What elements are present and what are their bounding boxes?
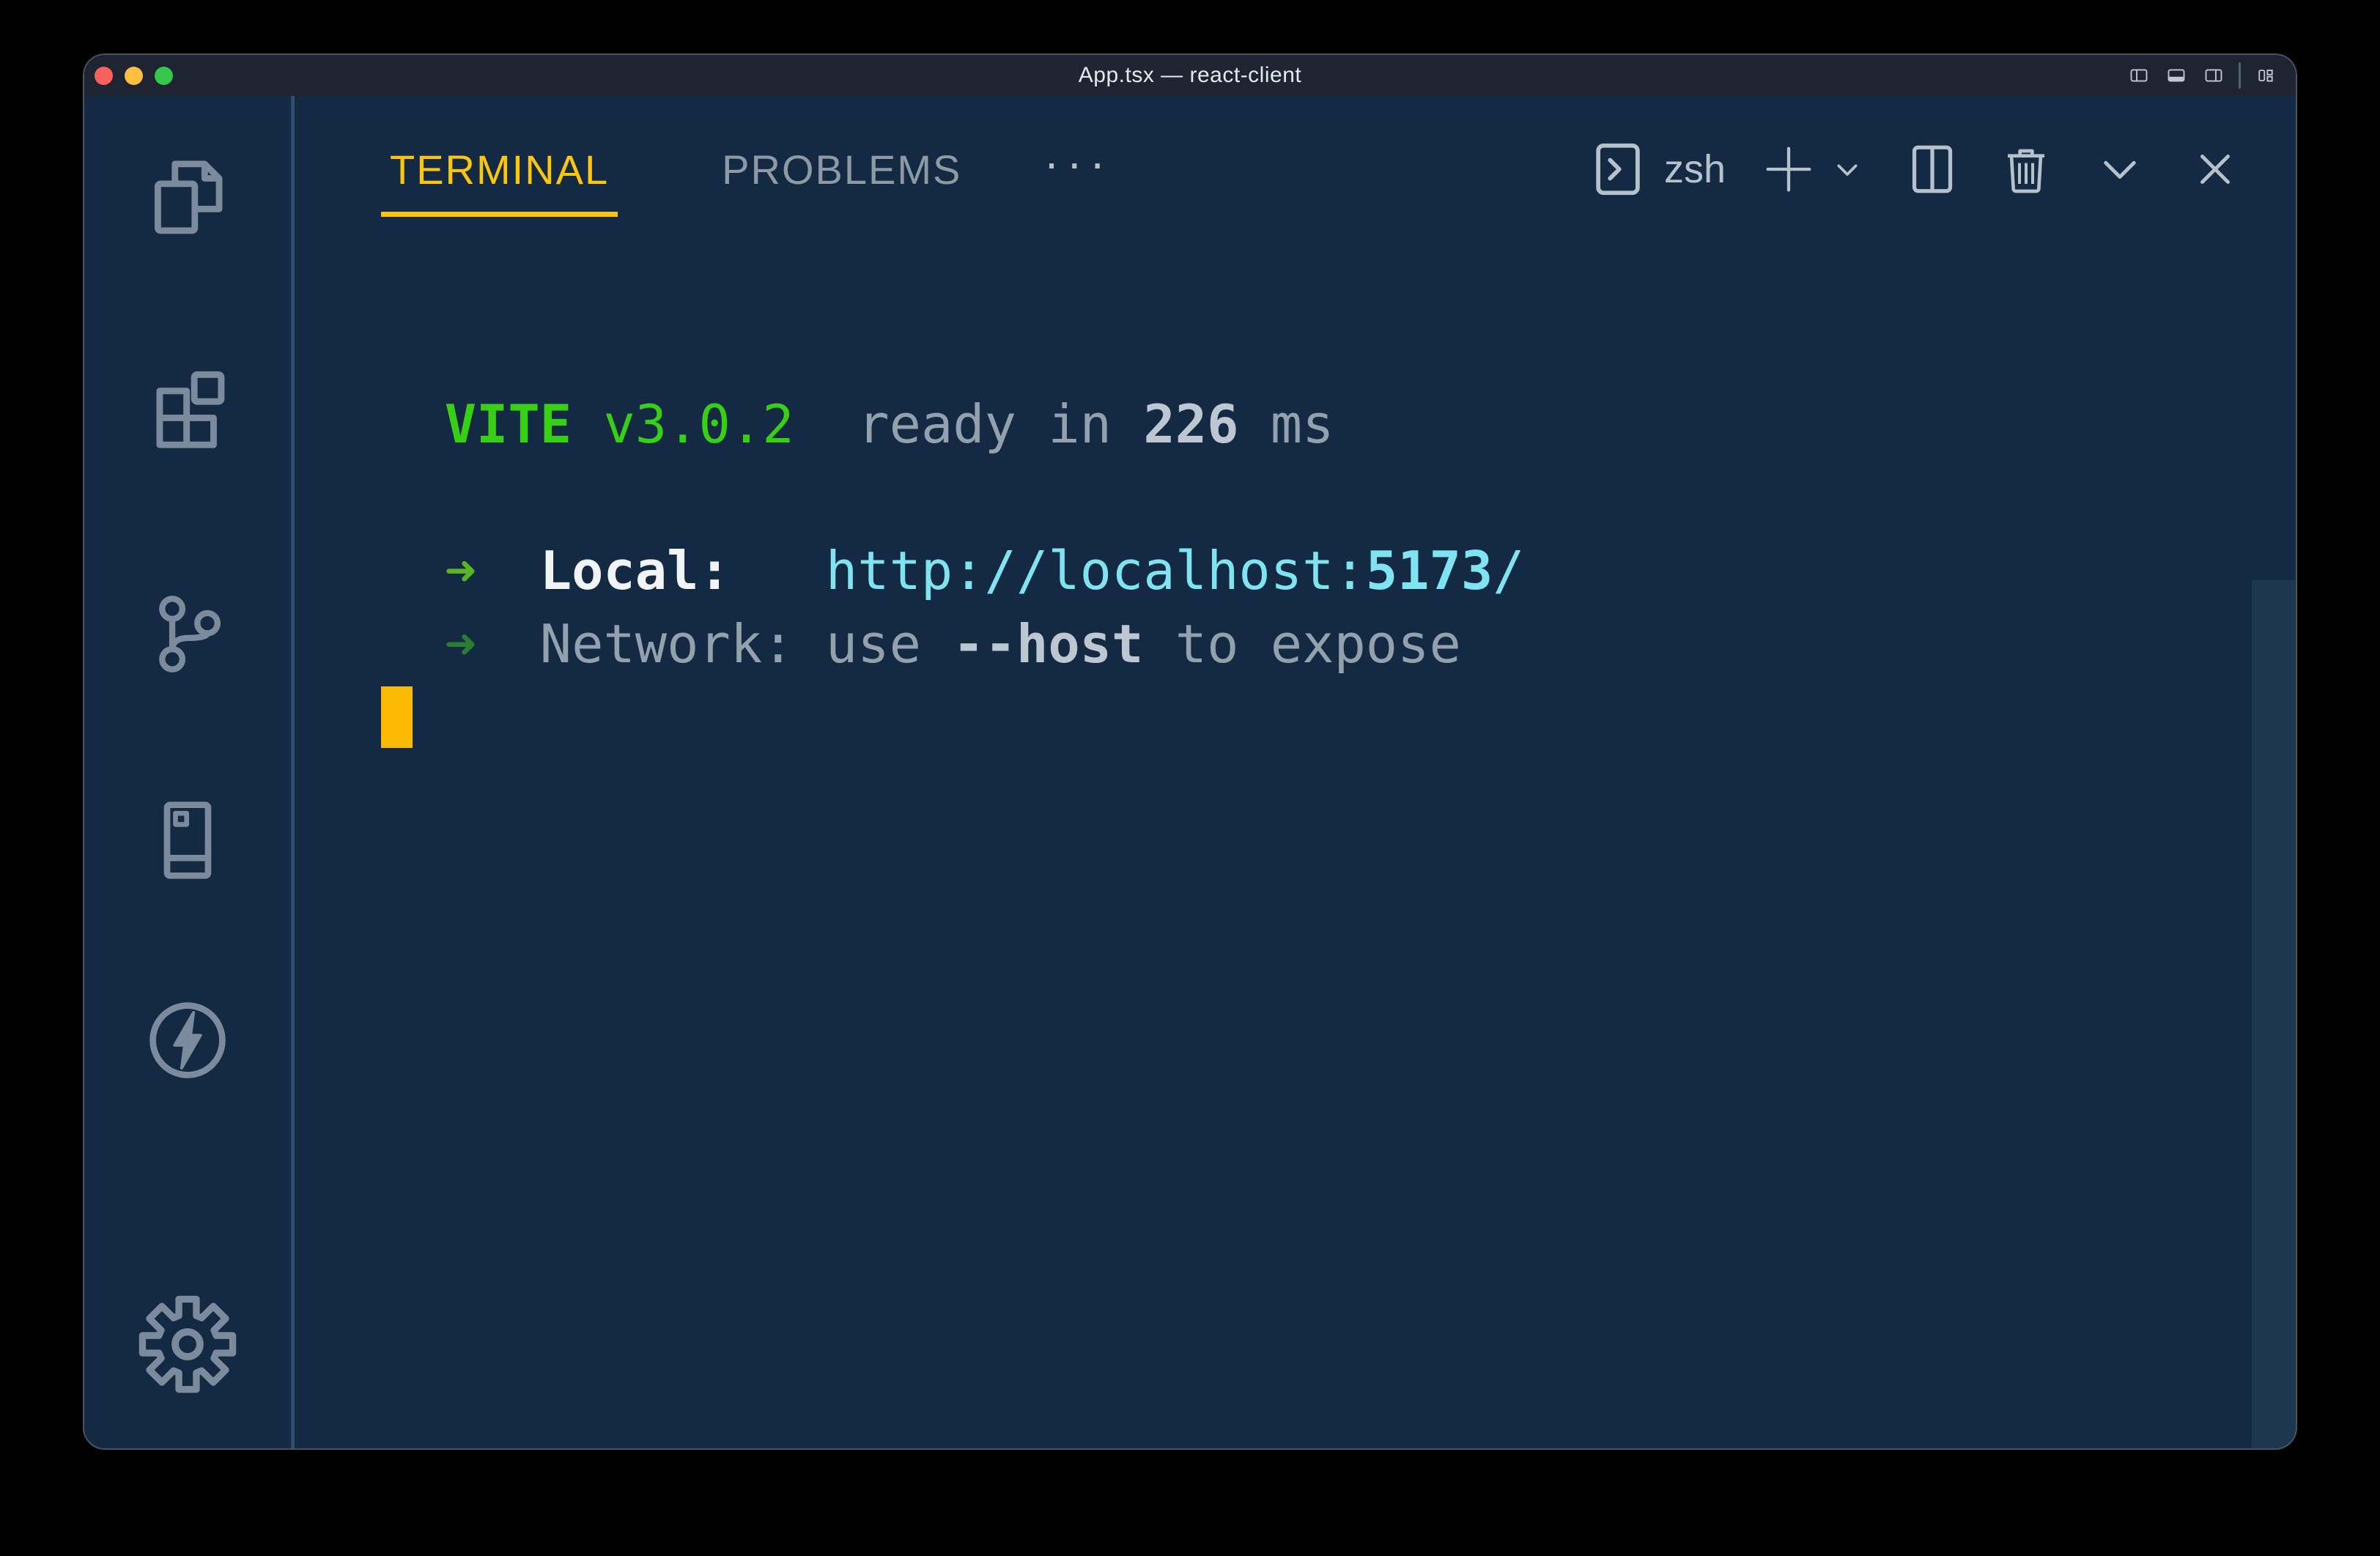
window-title: App.tsx — react-client xyxy=(84,63,2296,88)
settings-gear-icon xyxy=(136,1293,239,1396)
terminal-line xyxy=(381,461,2296,534)
kill-terminal-icon xyxy=(1997,140,2055,199)
new-terminal-button[interactable] xyxy=(1759,140,1818,199)
titlebar-divider xyxy=(2239,62,2241,89)
customize-layout-icon[interactable] xyxy=(2253,65,2278,86)
zap-icon xyxy=(140,993,235,1088)
split-terminal-icon xyxy=(1902,138,1963,200)
more-actions-icon[interactable]: ··· xyxy=(1043,139,1112,199)
vscode-window: App.tsx — react-client xyxy=(84,55,2296,1448)
split-terminal-button[interactable] xyxy=(1902,138,1963,200)
new-terminal-icon xyxy=(1759,140,1818,199)
terminal-output[interactable]: VITE v3.0.2 ready in 226 ms ➜ Local: htt… xyxy=(295,242,2296,1448)
tab-terminal[interactable]: TERMINAL xyxy=(381,107,618,231)
sidebar-item-remote-explorer[interactable] xyxy=(143,796,232,885)
terminal-panel: TERMINAL PROBLEMS ··· zsh xyxy=(295,96,2296,1448)
terminal-line xyxy=(381,681,2296,754)
launch-profile-button[interactable] xyxy=(1827,149,1868,190)
sidebar-item-settings[interactable] xyxy=(136,1293,239,1396)
source-control-icon xyxy=(144,589,231,675)
tab-problems-label: PROBLEMS xyxy=(722,146,961,193)
extensions-icon xyxy=(141,361,234,453)
launch-profile-chevron-icon xyxy=(1827,149,1868,190)
maximize-panel-chevron-icon xyxy=(2089,138,2151,200)
layout-controls xyxy=(2126,55,2278,96)
window-body: TERMINAL PROBLEMS ··· zsh xyxy=(84,96,2296,1448)
panel-tabs: TERMINAL PROBLEMS xyxy=(381,107,970,231)
panel-header: TERMINAL PROBLEMS ··· zsh xyxy=(295,96,2296,242)
toggle-right-sidebar-icon[interactable] xyxy=(2201,65,2226,86)
sidebar-item-extensions[interactable] xyxy=(141,361,234,453)
close-panel-button[interactable] xyxy=(2184,138,2246,200)
titlebar: App.tsx — react-client xyxy=(84,55,2296,96)
close-icon xyxy=(2184,138,2246,200)
remote-explorer-icon xyxy=(143,796,232,885)
sidebar-item-zap[interactable] xyxy=(140,993,235,1088)
terminal-toolbar: zsh xyxy=(1586,138,2246,201)
toggle-panel-icon[interactable] xyxy=(2164,65,2189,86)
terminal-line: VITE v3.0.2 ready in 226 ms xyxy=(381,388,2296,461)
sidebar-item-source-control[interactable] xyxy=(144,589,231,675)
kill-terminal-button[interactable] xyxy=(1997,140,2055,199)
tab-problems[interactable]: PROBLEMS xyxy=(713,107,970,231)
terminal-icon xyxy=(1586,138,1649,201)
terminal-shell-button[interactable] xyxy=(1586,138,1649,201)
terminal-line: ➜ Local: http://localhost:5173/ xyxy=(381,534,2296,607)
maximize-panel-button[interactable] xyxy=(2089,138,2151,200)
toggle-left-sidebar-icon[interactable] xyxy=(2126,65,2151,86)
terminal-scrollbar[interactable] xyxy=(2252,580,2296,1448)
files-icon xyxy=(144,157,231,243)
shell-label: zsh xyxy=(1664,147,1726,192)
terminal-line: ➜ Network: use --host to expose xyxy=(381,607,2296,681)
activity-bar xyxy=(84,96,291,1448)
tab-terminal-label: TERMINAL xyxy=(390,146,609,193)
sidebar-item-explorer[interactable] xyxy=(144,157,231,243)
terminal-line xyxy=(381,314,2296,388)
